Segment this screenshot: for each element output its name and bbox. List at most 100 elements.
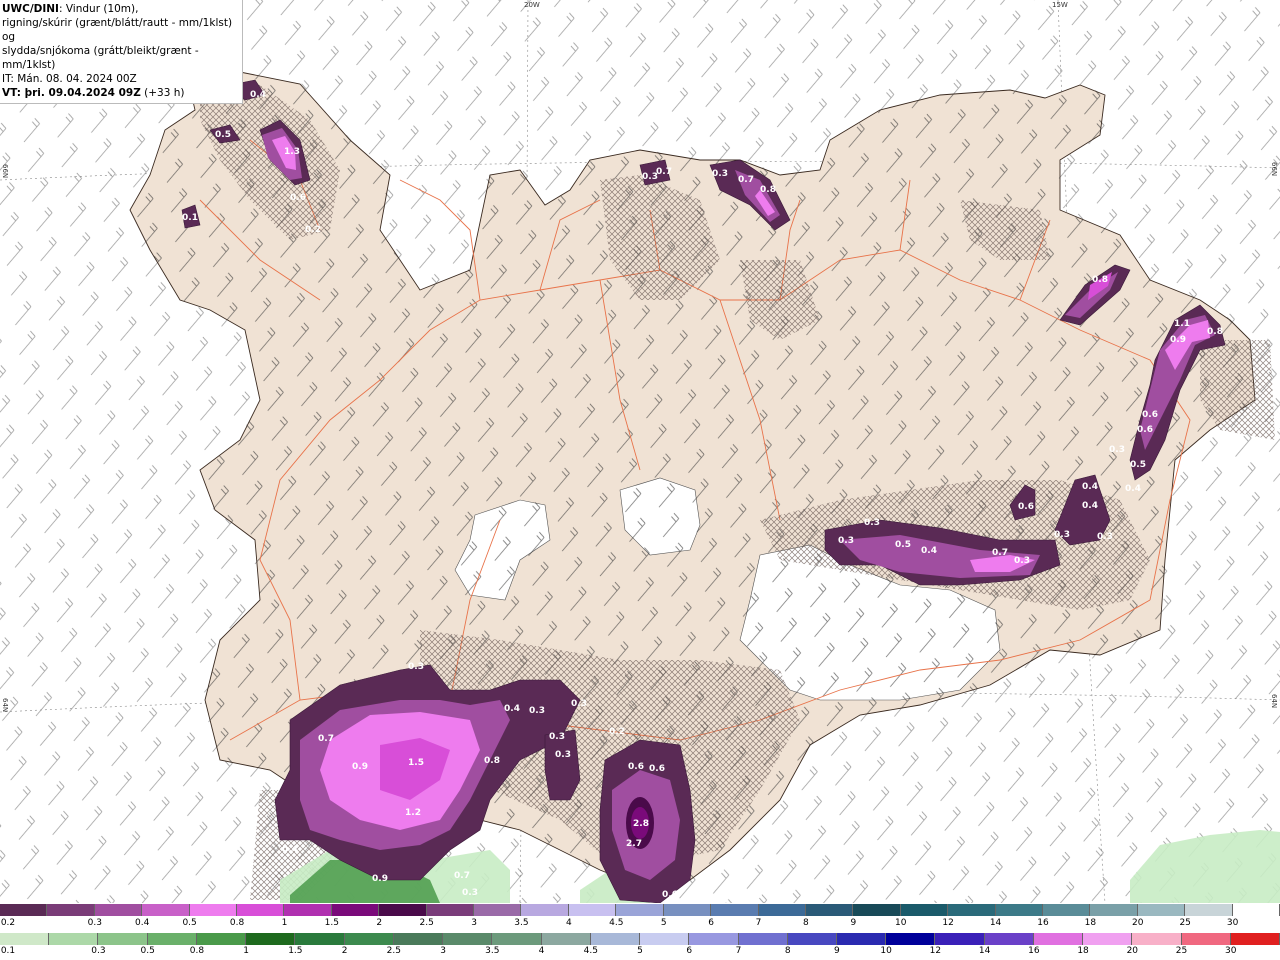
- legend-label: 5: [660, 918, 667, 928]
- legend-label: 20: [1132, 918, 1144, 928]
- legend-swatch: [1181, 933, 1231, 945]
- legend-label: 0.5: [140, 946, 155, 956]
- precip-value: 0.3: [1109, 445, 1125, 455]
- legend-label: 10: [880, 946, 892, 956]
- legend-swatch: [284, 904, 332, 916]
- legend-label: 7: [735, 946, 742, 956]
- precip-value: 0.7: [992, 548, 1008, 558]
- precip-value: 1.2: [405, 808, 421, 818]
- precip-value: 0.5: [895, 540, 911, 550]
- legend-swatch: [1033, 933, 1084, 945]
- legend-label: 3: [471, 918, 477, 928]
- precip-value: 0.9: [372, 874, 388, 884]
- legend-label: 4.5: [583, 946, 598, 956]
- precip-value: 0.4: [921, 546, 937, 556]
- info-line-2: rigning/skúrir (grænt/blátt/rautt - mm/1…: [2, 17, 233, 43]
- precip-value: 0.4: [1082, 482, 1098, 492]
- precip-value: 0.3: [555, 750, 571, 760]
- legend-swatch: [0, 904, 48, 916]
- legend-swatch: [1185, 904, 1233, 916]
- precip-value: 0.3: [712, 169, 728, 179]
- precip-value: 0.6: [628, 762, 644, 772]
- precip-value: 0.3: [864, 518, 880, 528]
- precip-value: 0.3: [408, 662, 424, 672]
- precip-value: 0.1: [182, 213, 198, 223]
- legend-label: 0.2: [0, 918, 16, 928]
- precip-value: 0.7: [656, 167, 672, 177]
- legend-swatch: [935, 933, 985, 945]
- precip-value: 2.8: [633, 819, 649, 829]
- precip-value: 0.3: [529, 706, 545, 716]
- legend-swatch: [1083, 933, 1133, 945]
- legend-label: 20: [1126, 946, 1139, 956]
- legend-label: 0.4: [135, 918, 150, 928]
- legend-label: 2: [376, 918, 383, 928]
- precip-value: 1.1: [1174, 319, 1190, 329]
- legend-label: 0.3: [87, 918, 102, 928]
- valid-time: VT: þri. 09.04.2024 09Z: [2, 87, 141, 99]
- legend-label: 10: [895, 918, 907, 928]
- legend-swatch: [1132, 933, 1182, 945]
- legend-swatch: [948, 904, 996, 916]
- legend-swatch: [984, 933, 1034, 945]
- precip-value: 0.3: [462, 888, 478, 898]
- legend-swatch: [492, 933, 542, 945]
- legend-swatch: [49, 933, 99, 945]
- legend-label: 30: [1226, 918, 1239, 928]
- legend-swatch: [805, 904, 854, 916]
- precip-value: 0.5: [1130, 460, 1146, 470]
- precip-value: 2.7: [626, 839, 642, 849]
- legend-swatch: [196, 933, 247, 945]
- legend-swatch: [443, 933, 493, 945]
- legend-label: 5: [637, 946, 643, 956]
- legend-swatch: [237, 904, 285, 916]
- legend-label: 0.1: [0, 946, 16, 956]
- legend-swatch: [474, 904, 522, 916]
- legend-label: 1: [281, 918, 288, 928]
- legend-label: 1.5: [324, 918, 340, 928]
- legend-swatch: [521, 904, 569, 916]
- legend-rain-colorbar: [0, 933, 1280, 945]
- legend-swatch: [1042, 904, 1091, 916]
- precip-value: 0.3: [1014, 556, 1030, 566]
- legend-swatch: [758, 904, 806, 916]
- legend-swatch: [853, 904, 901, 916]
- legend-swatch: [142, 904, 190, 916]
- precip-value: 0.4: [282, 845, 298, 855]
- legend-swatch: [379, 904, 427, 916]
- forecast-hour: (+33 h): [140, 87, 185, 99]
- precip-value: 0.2: [609, 727, 625, 737]
- precip-value: 1.3: [284, 147, 300, 157]
- legend-swatch: [886, 933, 936, 945]
- legend-label: 14: [989, 918, 1002, 928]
- legend-swatch: [47, 904, 95, 916]
- legend-label: 25: [1175, 946, 1188, 956]
- legend-snow-labels: 0.2 0.3 0.4 0.5 0.8 1 1.5 2 2.5 3 3.5 4 4.5 5 6 7 8 9 10 12…: [0, 918, 1280, 930]
- precip-value: 0.8: [484, 756, 500, 766]
- precip-value: 0.7: [738, 175, 754, 185]
- legend-swatch: [738, 933, 788, 945]
- precip-value: 0.9: [352, 762, 368, 772]
- precip-value: 0.7: [454, 871, 470, 881]
- precip-value: 0.8: [1092, 275, 1108, 285]
- legend-swatch: [663, 904, 712, 916]
- legend-label: 2.5: [386, 946, 402, 956]
- precip-value: 0.4: [504, 704, 520, 714]
- legend-label: 4: [538, 946, 545, 956]
- longitude-label: 20W: [524, 1, 540, 9]
- legend-swatch: [541, 933, 591, 945]
- legend-label: 12: [929, 946, 942, 956]
- legend-label: 6: [708, 918, 714, 928]
- legend-swatch: [568, 904, 617, 916]
- legend-swatch: [0, 933, 50, 945]
- legend-label: 14: [978, 946, 991, 956]
- initial-time: IT: Mán. 08. 04. 2024 00Z: [2, 73, 137, 85]
- precip-value: 0.6: [1142, 410, 1158, 420]
- legend-label: 16: [1028, 946, 1040, 956]
- legend-label: 1: [243, 946, 250, 956]
- precip-value: 0.3: [549, 732, 565, 742]
- legend-label: 8: [784, 946, 791, 956]
- legend-swatch: [590, 933, 641, 945]
- latitude-label: 64N: [1, 698, 9, 713]
- legend-label: 3.5: [514, 918, 529, 928]
